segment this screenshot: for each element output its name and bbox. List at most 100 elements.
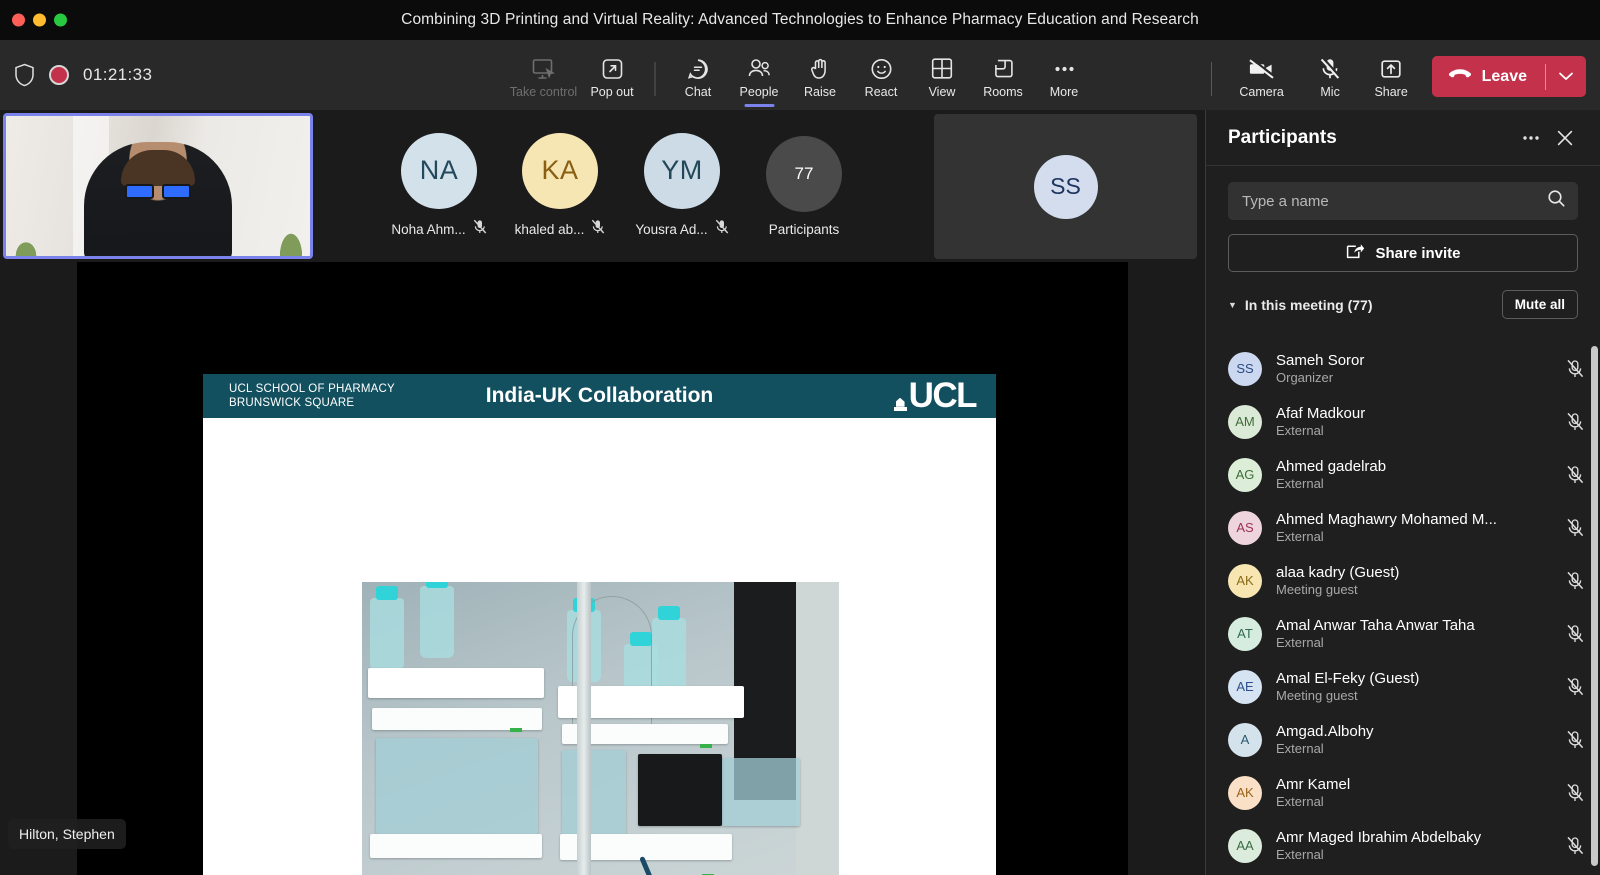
screen-control-icon xyxy=(532,56,556,82)
take-control-button[interactable]: Take control xyxy=(506,44,582,110)
leave-options-button[interactable] xyxy=(1546,56,1586,97)
presentation-slide: UCL SCHOOL OF PHARMACY BRUNSWICK SQUARE … xyxy=(203,374,996,875)
participant-name: Noha Ahm... xyxy=(391,222,465,237)
mic-off-icon[interactable] xyxy=(1558,730,1592,750)
mic-toggle-button[interactable]: Mic xyxy=(1300,44,1361,110)
toolbar-divider xyxy=(655,62,656,96)
participant-row[interactable]: AM Afaf Madkour External xyxy=(1228,395,1592,448)
raise-hand-button[interactable]: Raise xyxy=(790,44,851,110)
mic-off-icon[interactable] xyxy=(1558,412,1592,432)
detector-cavity xyxy=(638,754,722,826)
participant-role: Organizer xyxy=(1276,370,1558,385)
react-button[interactable]: React xyxy=(851,44,912,110)
status-led xyxy=(700,744,712,748)
avatar-initials: AM xyxy=(1235,414,1255,429)
react-smiley-icon xyxy=(869,56,893,82)
participant-row[interactable]: AG Ahmed gadelrab External xyxy=(1228,448,1592,501)
mic-off-icon[interactable] xyxy=(1558,359,1592,379)
glasses-lens-left xyxy=(125,184,154,199)
share-screen-button[interactable]: Share xyxy=(1361,44,1422,110)
breakout-rooms-icon xyxy=(992,56,1015,82)
mic-off-icon[interactable] xyxy=(1558,571,1592,591)
status-led xyxy=(510,728,522,732)
participant-tile[interactable]: YM Yousra Ad... xyxy=(622,110,742,262)
toolbar-divider-right xyxy=(1211,62,1212,96)
mic-off-icon[interactable] xyxy=(1558,836,1592,856)
people-button[interactable]: People xyxy=(729,44,790,110)
avatar: NA xyxy=(401,133,477,209)
participant-tile[interactable]: NA Noha Ahm... xyxy=(379,110,499,262)
maximize-window-button[interactable] xyxy=(54,14,67,27)
participant-row[interactable]: AT Amal Anwar Taha Anwar Taha External xyxy=(1228,607,1592,660)
overflow-count: 77 xyxy=(795,164,814,184)
avatar-initials: A xyxy=(1241,732,1250,747)
leave-button[interactable]: Leave xyxy=(1432,56,1545,97)
participants-list[interactable]: SS Sameh Soror Organizer AM Afaf Madkour… xyxy=(1206,342,1600,875)
participant-tile[interactable]: KA khaled ab... xyxy=(500,110,620,262)
participant-row[interactable]: AK alaa kadry (Guest) Meeting guest xyxy=(1228,554,1592,607)
mute-all-button[interactable]: Mute all xyxy=(1502,290,1578,319)
spotlight-tile[interactable]: SS xyxy=(934,114,1197,259)
search-icon[interactable] xyxy=(1547,189,1566,213)
avatar-initials: AG xyxy=(1236,467,1255,482)
panel-more-options-button[interactable] xyxy=(1514,121,1548,155)
mic-off-icon xyxy=(715,219,729,240)
avatar-initials: YM xyxy=(661,155,703,186)
avatar: A xyxy=(1228,723,1262,757)
camera-toggle-button[interactable]: Camera xyxy=(1224,44,1300,110)
participant-row[interactable]: AA Amr Maged Ibrahim Abdelbaky External xyxy=(1228,819,1592,872)
more-button[interactable]: More xyxy=(1034,44,1095,110)
participant-info: Sameh Soror Organizer xyxy=(1276,352,1558,385)
view-button[interactable]: View xyxy=(912,44,973,110)
mic-off-icon[interactable] xyxy=(1558,677,1592,697)
shield-icon xyxy=(14,63,35,87)
participant-role: External xyxy=(1276,741,1558,756)
mic-off-icon[interactable] xyxy=(1558,518,1592,538)
shared-content-area[interactable]: UCL SCHOOL OF PHARMACY BRUNSWICK SQUARE … xyxy=(0,262,1205,875)
participant-name: Amr Maged Ibrahim Abdelbaky xyxy=(1276,829,1558,846)
search-input[interactable] xyxy=(1242,193,1547,210)
hangup-icon xyxy=(1447,66,1473,87)
participants-scrollbar[interactable] xyxy=(1591,346,1598,866)
pop-out-button[interactable]: Pop out xyxy=(582,44,643,110)
mic-label: Mic xyxy=(1320,86,1339,99)
bottle-cap xyxy=(658,606,680,620)
chat-button[interactable]: Chat xyxy=(668,44,729,110)
plant-right-decor xyxy=(278,230,304,256)
participant-row[interactable]: AS Ahmed Maghawry Mohamed M... External xyxy=(1228,501,1592,554)
slide-org-text: UCL SCHOOL OF PHARMACY BRUNSWICK SQUARE xyxy=(229,382,395,410)
participants-panel-body: Share invite ▼ In this meeting (77) Mute… xyxy=(1206,166,1600,319)
mic-off-icon[interactable] xyxy=(1558,465,1592,485)
mic-off-icon[interactable] xyxy=(1558,783,1592,803)
self-view-video-tile[interactable] xyxy=(3,113,313,259)
leave-meeting-group: Leave xyxy=(1432,56,1586,97)
participant-row[interactable]: A Amgad.Albohy External xyxy=(1228,713,1592,766)
participant-row[interactable]: AE Amal El-Feky (Guest) Meeting guest xyxy=(1228,660,1592,713)
participants-overflow-tile[interactable]: 77 Participants xyxy=(744,110,864,262)
tile-name-row: Noha Ahm... xyxy=(391,219,486,240)
participant-role: Meeting guest xyxy=(1276,688,1558,703)
rooms-button[interactable]: Rooms xyxy=(973,44,1034,110)
people-label: People xyxy=(740,86,779,99)
participant-search[interactable] xyxy=(1228,182,1578,220)
panel-close-button[interactable] xyxy=(1548,121,1582,155)
share-invite-button[interactable]: Share invite xyxy=(1228,234,1578,272)
mic-off-icon[interactable] xyxy=(1558,624,1592,644)
participant-info: Ahmed Maghawry Mohamed M... External xyxy=(1276,511,1558,544)
participant-row[interactable]: AK Amr Kamel External xyxy=(1228,766,1592,819)
chevron-down-icon[interactable]: ▼ xyxy=(1228,300,1237,310)
participant-role: External xyxy=(1276,847,1558,862)
avatar: AA xyxy=(1228,829,1262,863)
in-meeting-section-header[interactable]: ▼ In this meeting (77) Mute all xyxy=(1228,290,1578,319)
share-invite-icon xyxy=(1345,242,1365,265)
window-controls[interactable] xyxy=(12,14,67,27)
avatar: AT xyxy=(1228,617,1262,651)
avatar: KA xyxy=(522,133,598,209)
toolbar-left-group: 01:21:33 xyxy=(14,63,152,87)
toolbar-center-group: Take control Pop out Chat People xyxy=(506,40,1095,110)
close-window-button[interactable] xyxy=(12,14,25,27)
raise-label: Raise xyxy=(804,86,836,99)
chat-icon xyxy=(686,56,711,82)
participant-row[interactable]: SS Sameh Soror Organizer xyxy=(1228,342,1592,395)
minimize-window-button[interactable] xyxy=(33,14,46,27)
